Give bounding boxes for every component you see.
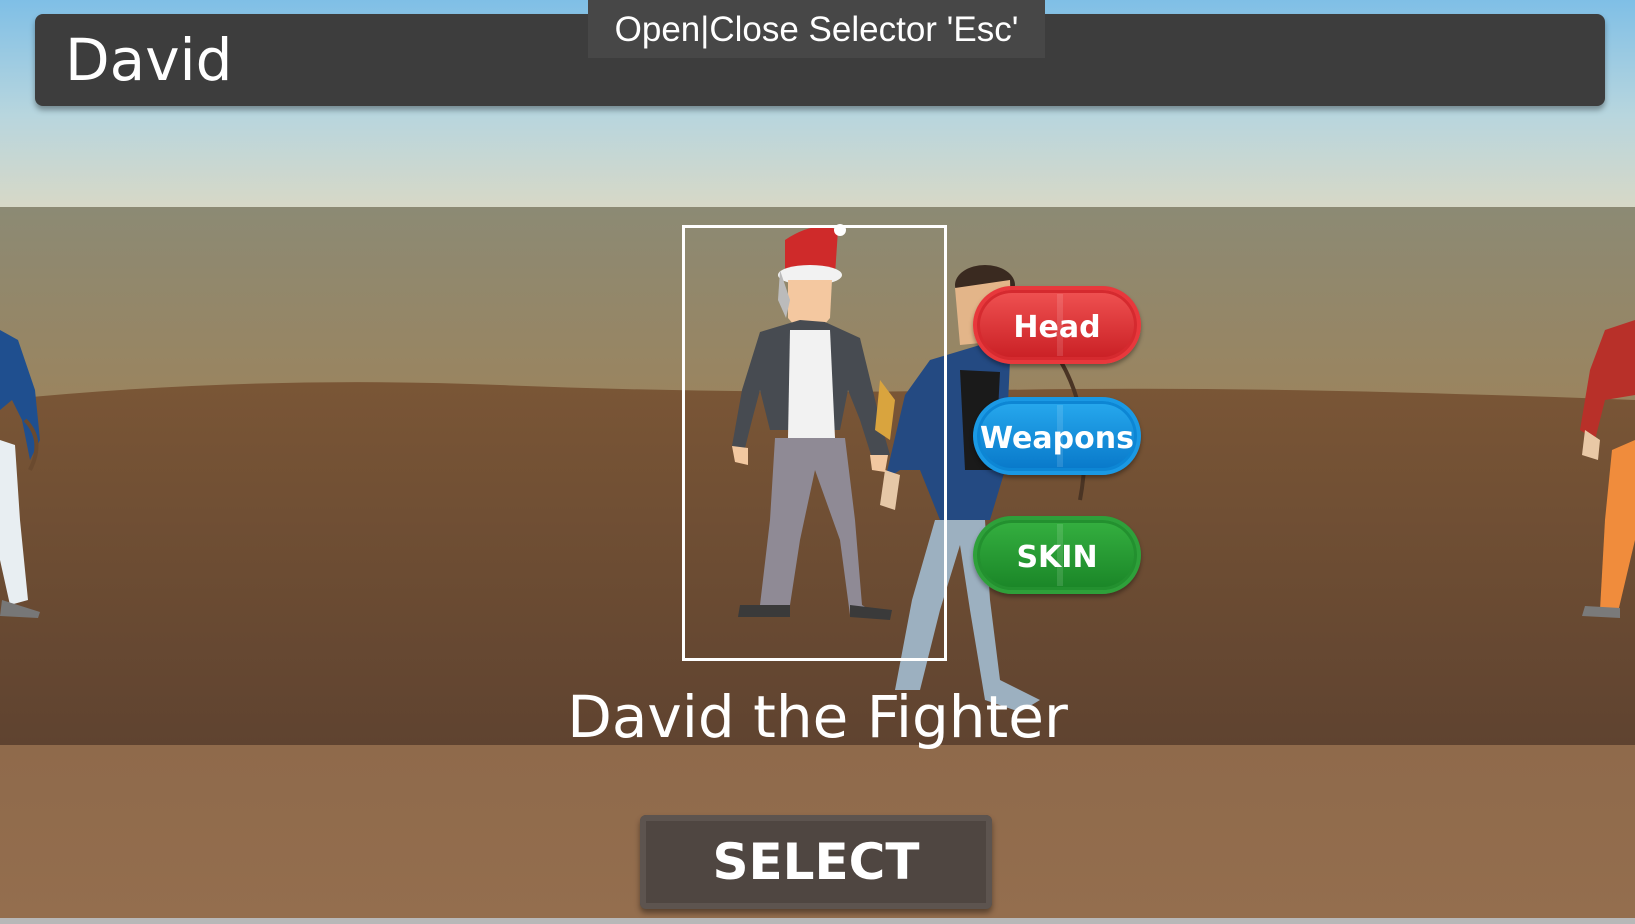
skin-button[interactable]: SKIN: [973, 516, 1141, 594]
bottom-edge: [0, 918, 1635, 924]
selection-frame: [682, 225, 947, 661]
weapons-button[interactable]: Weapons: [973, 397, 1141, 475]
selector-toggle-hint: Open|Close Selector 'Esc': [588, 0, 1045, 58]
player-name: David: [65, 26, 233, 94]
select-button[interactable]: SELECT: [640, 815, 992, 909]
character-title: David the Fighter: [567, 683, 1068, 751]
head-button[interactable]: Head: [973, 286, 1141, 364]
